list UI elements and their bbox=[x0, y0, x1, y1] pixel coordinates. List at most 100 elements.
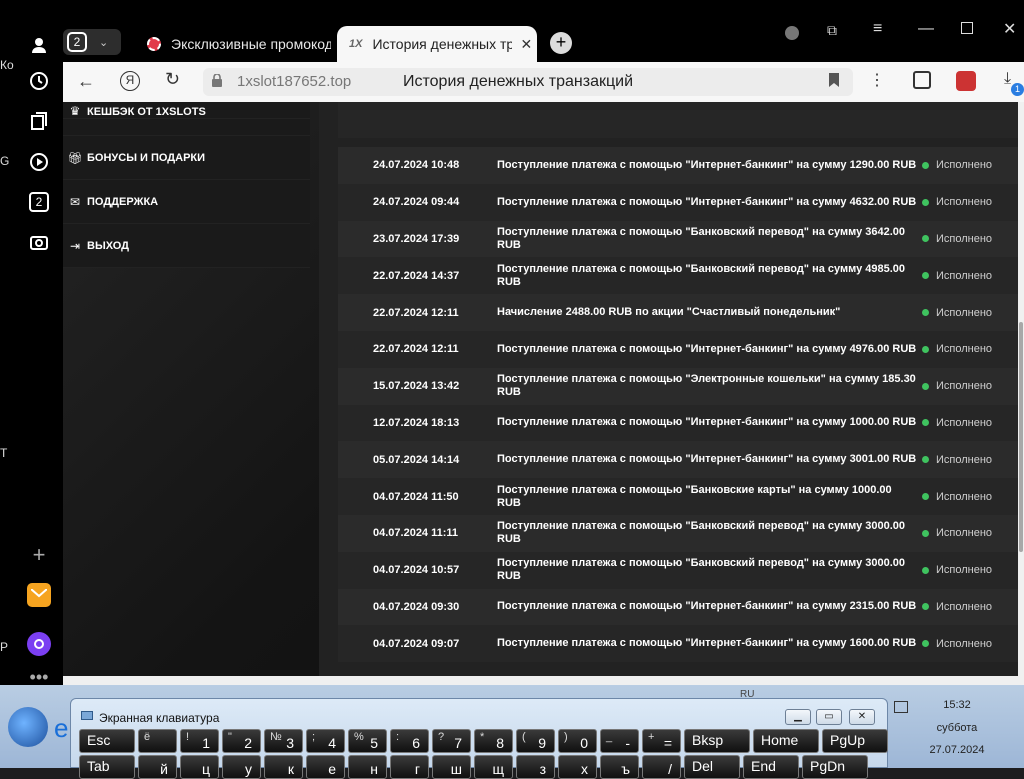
clock-time[interactable]: 15:32 bbox=[890, 699, 1024, 711]
menu-item-label: ПОДДЕРЖКА bbox=[87, 195, 159, 208]
tab-promocodes[interactable]: Эксклюзивные промокод bbox=[135, 26, 333, 62]
more-vertical-icon[interactable]: ⋮ bbox=[869, 70, 885, 90]
key[interactable]: ъ bbox=[600, 755, 639, 779]
key[interactable]: Home bbox=[753, 729, 819, 753]
key[interactable]: у bbox=[222, 755, 261, 779]
key[interactable]: End bbox=[743, 755, 799, 779]
maximize-icon[interactable] bbox=[961, 22, 973, 34]
menu-icon[interactable]: ≡ bbox=[873, 20, 882, 38]
key-label: е bbox=[328, 761, 336, 777]
key[interactable]: Del bbox=[684, 755, 740, 779]
key-shift-label: % bbox=[354, 731, 364, 743]
transaction-description: Поступление платежа с помощью "Банковски… bbox=[497, 483, 892, 509]
key[interactable]: ! 1 bbox=[180, 729, 219, 753]
key[interactable]: (9 bbox=[516, 729, 555, 753]
vertical-scrollbar[interactable] bbox=[1018, 102, 1024, 676]
menu-item-support[interactable]: ✉ ПОДДЕРЖКА bbox=[63, 180, 310, 224]
close-window-icon[interactable]: ✕ bbox=[1003, 19, 1016, 39]
back-icon[interactable]: ← bbox=[77, 71, 95, 92]
internet-explorer-icon[interactable]: e bbox=[54, 713, 68, 744]
on-screen-keyboard: Экранная клавиатура ▁ ▭ ✕ Esc ё! 1 " 2 № 3; 4% 5… bbox=[70, 698, 888, 779]
transaction-date: 04.07.2024 11:11 bbox=[373, 527, 459, 540]
table-row: 22.07.2024 14:37 Поступление платежа с по… bbox=[338, 257, 1018, 295]
key[interactable]: + = bbox=[642, 729, 681, 753]
key-shift-label: " bbox=[228, 731, 232, 743]
video-icon[interactable] bbox=[26, 149, 52, 175]
extension-icon[interactable] bbox=[956, 71, 976, 91]
transaction-description: Поступление платежа с помощью "Интернет-… bbox=[497, 637, 917, 650]
status-label: Исполнено bbox=[936, 600, 993, 613]
key[interactable]: * 8 bbox=[474, 729, 513, 753]
menu-item-cashback[interactable]: ♛ КЕШБЭК ОТ 1XSLOTS bbox=[63, 102, 310, 119]
key[interactable]: % 5 bbox=[348, 729, 387, 753]
key[interactable]: Tab bbox=[79, 755, 135, 779]
key[interactable]: з bbox=[516, 755, 555, 779]
transaction-description: Поступление платежа с помощью "Интернет-… bbox=[497, 416, 917, 429]
key[interactable]: ) 0 bbox=[558, 729, 597, 753]
key[interactable]: к bbox=[264, 755, 303, 779]
key[interactable]: № 3 bbox=[264, 729, 303, 753]
screenshot-icon[interactable] bbox=[26, 229, 52, 255]
envelope-icon: ✉ bbox=[69, 194, 81, 209]
key[interactable]: г bbox=[390, 755, 429, 779]
reader-mode-icon[interactable] bbox=[913, 71, 931, 89]
status-label: Исполнено bbox=[936, 343, 993, 356]
key-label: ц bbox=[201, 761, 210, 777]
key[interactable]: Esc bbox=[79, 729, 135, 753]
keyboard-title: Экранная клавиатура bbox=[99, 711, 220, 725]
key[interactable]: _ - bbox=[600, 729, 639, 753]
start-button[interactable] bbox=[8, 707, 48, 747]
maximize-button[interactable]: ▭ bbox=[816, 709, 842, 725]
reload-icon[interactable]: ↻ bbox=[165, 69, 180, 90]
keyboard-icon bbox=[81, 711, 93, 720]
key[interactable]: н bbox=[348, 755, 387, 779]
history-icon[interactable] bbox=[26, 68, 52, 94]
bookmark-icon[interactable] bbox=[829, 73, 839, 87]
add-panel-icon[interactable]: + bbox=[26, 542, 52, 568]
key[interactable]: е bbox=[306, 755, 345, 779]
key[interactable]: ; 4 bbox=[306, 729, 345, 753]
key[interactable]: х bbox=[558, 755, 597, 779]
yandex-logo-icon[interactable]: Я bbox=[120, 71, 140, 91]
tab-transaction-history[interactable]: 1X История денежных тра ✕ bbox=[337, 26, 537, 62]
collections-icon[interactable] bbox=[26, 108, 52, 134]
key[interactable]: Bksp bbox=[684, 729, 750, 753]
minimize-button[interactable]: ▁ bbox=[785, 709, 811, 725]
transactions-table: 24.07.2024 10:48 Поступление платежа с по… bbox=[338, 147, 1018, 663]
minimize-icon[interactable]: — bbox=[918, 20, 934, 38]
close-icon[interactable]: ✕ bbox=[520, 36, 532, 53]
key[interactable]: ё bbox=[138, 729, 177, 753]
new-tab-button[interactable]: + bbox=[550, 32, 572, 54]
key-label: Esc bbox=[87, 732, 111, 748]
key[interactable]: й bbox=[138, 755, 177, 779]
horizontal-scrollbar[interactable] bbox=[63, 676, 1024, 685]
alice-assistant-icon[interactable] bbox=[26, 631, 52, 657]
key[interactable]: ? 7 bbox=[432, 729, 471, 753]
omnibox[interactable]: 1xslot187652.top История денежных транза… bbox=[203, 68, 853, 96]
account-icon[interactable] bbox=[785, 26, 799, 40]
key[interactable]: :6 bbox=[390, 729, 429, 753]
mail-app-icon[interactable] bbox=[26, 582, 52, 608]
close-button[interactable]: ✕ bbox=[849, 709, 875, 725]
menu-item-logout[interactable]: ⇥ ВЫХОД bbox=[63, 224, 310, 268]
bookmarks-panel-icon[interactable]: ⧉ bbox=[827, 22, 837, 39]
scrollbar-thumb[interactable] bbox=[1019, 322, 1023, 552]
key[interactable]: ц bbox=[180, 755, 219, 779]
key-label: 2 bbox=[244, 735, 252, 751]
transaction-description: Поступление платежа с помощью "Банковски… bbox=[497, 557, 906, 583]
menu-item-bonuses[interactable]: 🎁︎ БОНУСЫ И ПОДАРКИ bbox=[63, 136, 310, 180]
key-label: 1 bbox=[202, 735, 210, 751]
lock-icon bbox=[212, 74, 222, 87]
tabs-counter-icon[interactable]: 2 bbox=[26, 189, 52, 215]
key[interactable]: щ bbox=[474, 755, 513, 779]
tab-group-button[interactable]: 2 ⌄ bbox=[63, 29, 121, 55]
key[interactable]: PgDn bbox=[802, 755, 868, 779]
download-icon[interactable]: ⤓ bbox=[1004, 70, 1011, 88]
key[interactable]: / bbox=[642, 755, 681, 779]
key[interactable]: PgUp bbox=[822, 729, 888, 753]
status-label: Исполнено bbox=[936, 159, 993, 172]
profile-icon[interactable] bbox=[26, 32, 52, 58]
key-shift-label: + bbox=[648, 731, 655, 743]
key[interactable]: " 2 bbox=[222, 729, 261, 753]
key[interactable]: ш bbox=[432, 755, 471, 779]
